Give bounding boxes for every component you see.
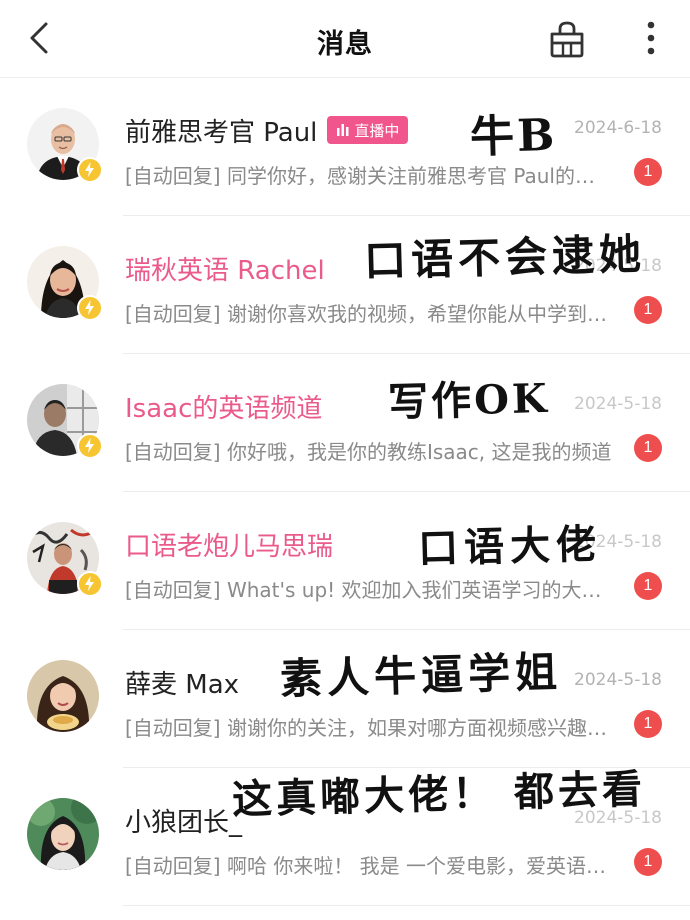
basket-button[interactable] xyxy=(546,18,588,60)
verified-badge xyxy=(77,157,103,183)
message-date: 2024-5-18 xyxy=(574,394,662,414)
basket-icon xyxy=(550,21,584,58)
lightning-icon xyxy=(85,300,94,315)
verified-badge xyxy=(77,295,103,321)
unread-count-badge: 1 xyxy=(634,710,662,738)
more-options-button[interactable] xyxy=(634,18,668,58)
message-preview: [自动回复] What's up! 欢迎加入我们英语学习的大家庭 xyxy=(125,578,613,602)
message-preview: [自动回复] 同学你好，感谢关注前雅思考官 Paul的频道 xyxy=(125,164,613,188)
avatar-woman-eating xyxy=(27,660,99,732)
list-item-paul[interactable]: 前雅思考官 Paul 直播中 2024-6-18 [自动回复] 同学你好，感谢关注… xyxy=(0,78,690,216)
verified-badge xyxy=(77,571,103,597)
message-preview: [自动回复] 你好哦，我是你的教练Isaac, 这是我的频道 xyxy=(125,440,612,464)
live-bars-icon xyxy=(337,124,349,136)
avatar[interactable] xyxy=(27,660,99,732)
avatar-girl-outdoor xyxy=(27,798,99,870)
lightning-icon xyxy=(85,162,94,177)
avatar[interactable] xyxy=(27,108,103,183)
verified-badge xyxy=(77,433,103,459)
handwritten-annotation: 素人牛逼学姐 xyxy=(279,647,563,704)
contact-name: Isaac的英语频道 xyxy=(125,394,323,424)
more-vertical-icon xyxy=(647,21,655,55)
unread-count-badge: 1 xyxy=(634,158,662,186)
avatar[interactable] xyxy=(27,522,103,597)
lightning-icon xyxy=(85,576,94,591)
handwritten-annotation: 写作OK xyxy=(387,374,551,427)
list-item-isaac[interactable]: Isaac的英语频道 2024-5-18 [自动回复] 你好哦，我是你的教练Is… xyxy=(0,354,690,492)
handwritten-annotation: 口语不会逮她 xyxy=(363,229,647,286)
lightning-icon xyxy=(85,438,94,453)
handwritten-annotation: 牛B xyxy=(469,109,558,164)
contact-name: 瑞秋英语 Rachel xyxy=(125,256,325,286)
message-preview: [自动回复] 谢谢你的关注，如果对哪方面视频感兴趣请留言 xyxy=(125,716,613,740)
avatar[interactable] xyxy=(27,384,103,459)
handwritten-annotation: 口语大佬 xyxy=(417,520,603,573)
live-tag[interactable]: 直播中 xyxy=(327,116,409,144)
contact-name: 小狼团长_ xyxy=(125,808,243,838)
unread-count-badge: 1 xyxy=(634,848,662,876)
contact-name: 口语老炮儿马思瑞 xyxy=(125,532,334,562)
unread-count-badge: 1 xyxy=(634,296,662,324)
contact-name: 前雅思考官 Paul 直播中 xyxy=(125,112,409,149)
message-date: 2024-6-18 xyxy=(574,118,662,138)
divider xyxy=(123,905,690,906)
top-bar: 消息 xyxy=(0,0,690,78)
contact-name: 薛麦 Max xyxy=(125,670,240,700)
avatar[interactable] xyxy=(27,246,103,321)
handwritten-annotation: 这真嘟大佬！ 都去看 xyxy=(231,765,647,824)
avatar[interactable] xyxy=(27,798,99,870)
unread-count-badge: 1 xyxy=(634,434,662,462)
message-date: 2024-5-18 xyxy=(574,670,662,690)
message-preview: [自动回复] 啊哈 你来啦！ 我是 一个爱电影，爱英语的人 xyxy=(125,854,613,878)
unread-count-badge: 1 xyxy=(634,572,662,600)
message-preview: [自动回复] 谢谢你喜欢我的视频，希望你能从中学到东西 xyxy=(125,302,613,326)
